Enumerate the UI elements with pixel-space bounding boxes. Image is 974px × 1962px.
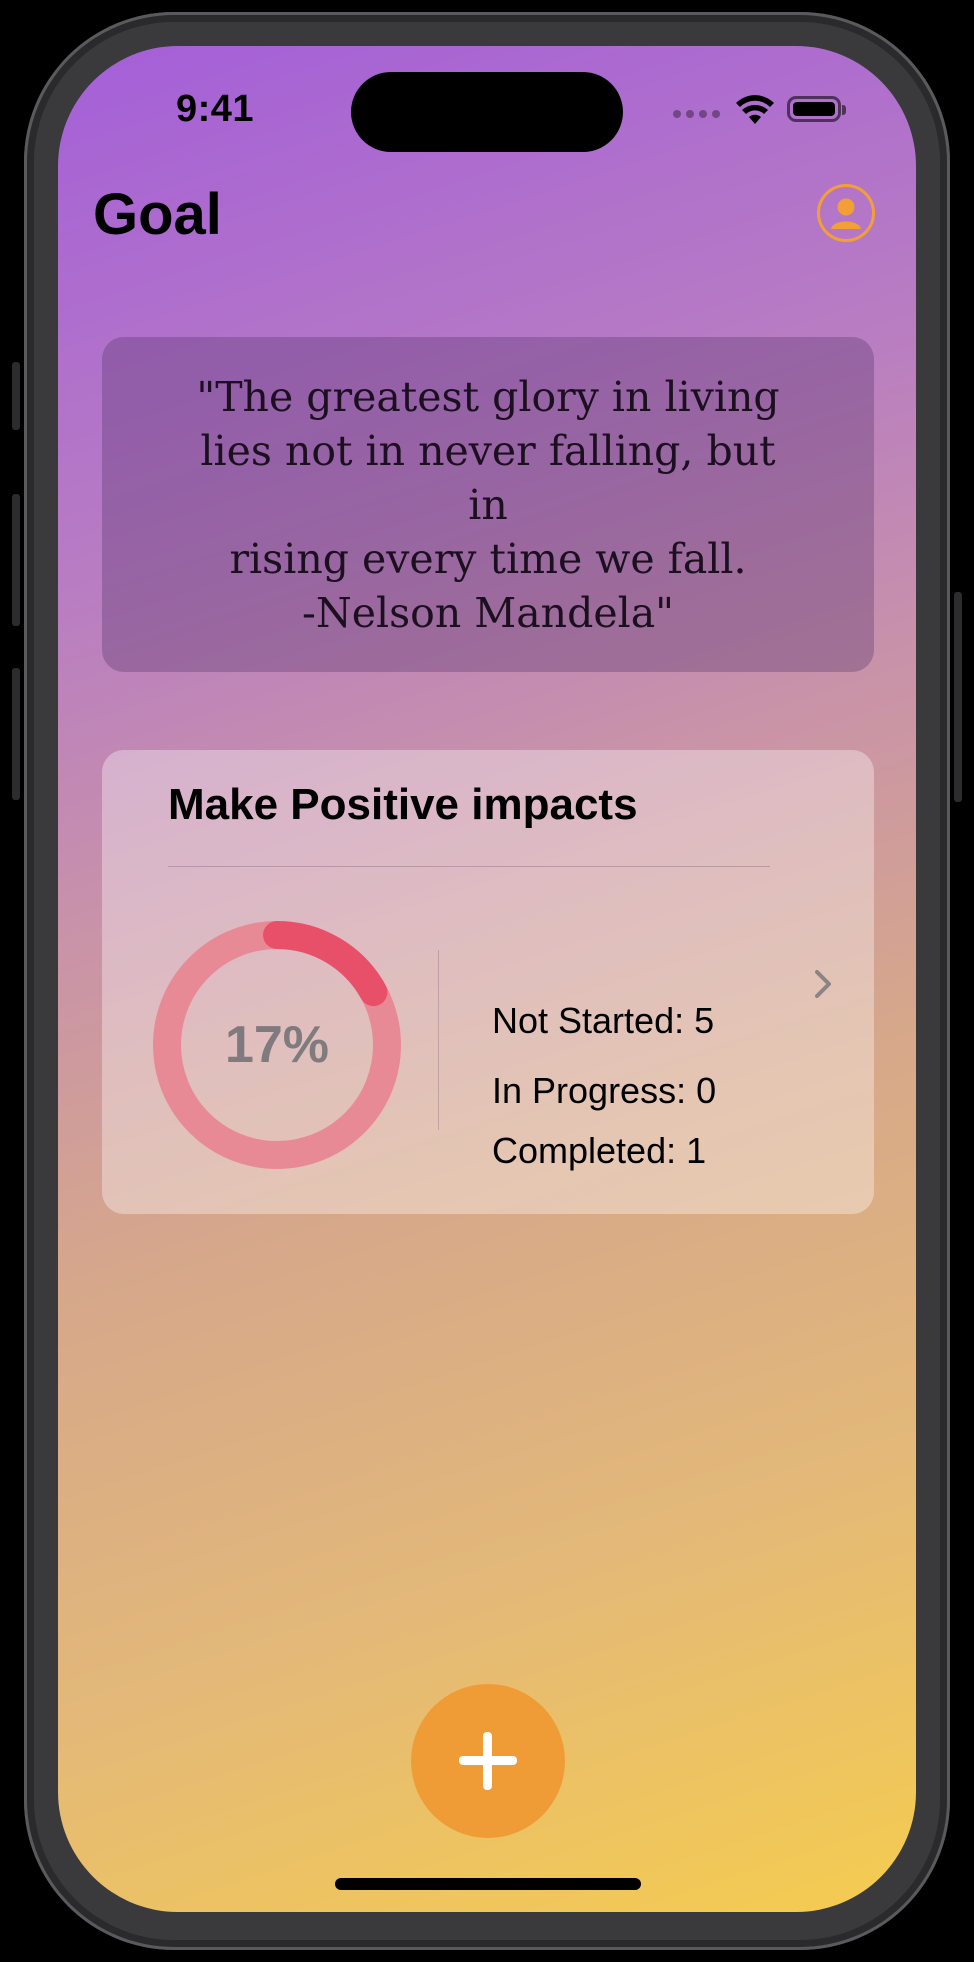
goal-card[interactable]: Make Positive impacts 17% Not Started: 5…: [102, 750, 874, 1214]
divider: [168, 866, 770, 867]
side-button: [954, 592, 962, 802]
stat-in-progress: In Progress: 0: [492, 1070, 717, 1111]
cellular-signal-icon: [673, 110, 720, 118]
quote-text: "The greatest glory in living lies not i…: [196, 372, 780, 637]
status-time: 9:41: [176, 88, 255, 130]
home-indicator: [335, 1878, 641, 1890]
battery-icon: [787, 96, 846, 122]
side-button: [12, 668, 20, 800]
side-button: [12, 494, 20, 626]
page-title: Goal: [93, 182, 222, 247]
side-button: [12, 362, 20, 430]
status-icons: [673, 94, 863, 130]
profile-button[interactable]: [817, 184, 875, 242]
app-screen: 9:41 Goal "The greatest glory in living …: [58, 46, 916, 1912]
person-circle-icon: [831, 198, 861, 229]
progress-percent: 17%: [224, 1016, 330, 1074]
wifi-icon: [736, 95, 774, 124]
stat-not-started: Not Started: 5: [492, 1000, 715, 1041]
goal-title: Make Positive impacts: [168, 780, 638, 829]
dynamic-island: [351, 72, 623, 152]
stat-completed: Completed: 1: [492, 1130, 707, 1171]
chevron-right-icon[interactable]: [808, 964, 838, 1004]
divider: [438, 950, 439, 1130]
add-goal-button[interactable]: [411, 1684, 565, 1838]
quote-card: "The greatest glory in living lies not i…: [102, 337, 874, 672]
